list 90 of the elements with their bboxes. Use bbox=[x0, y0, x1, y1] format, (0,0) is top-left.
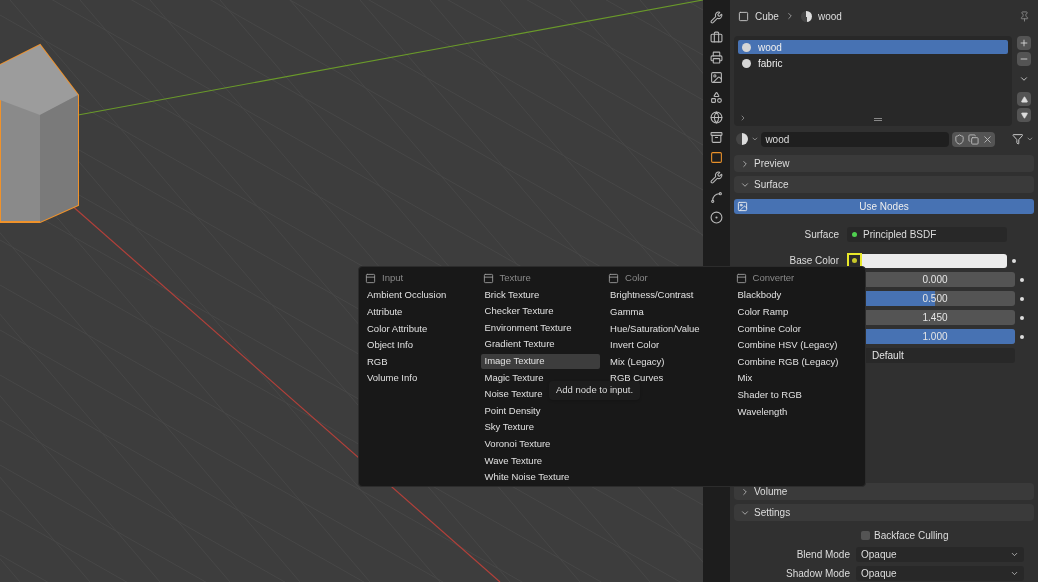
fake-user-icon[interactable] bbox=[953, 133, 965, 145]
window-icon bbox=[365, 273, 376, 284]
menu-item[interactable]: Voronoi Texture bbox=[480, 436, 601, 452]
panel-header[interactable]: Surface bbox=[734, 176, 1034, 193]
shader-field[interactable]: Principled BSDF bbox=[847, 227, 1007, 242]
panel-title: Preview bbox=[754, 157, 790, 171]
object-icon[interactable] bbox=[710, 151, 723, 164]
panel-header[interactable]: Preview bbox=[734, 155, 1034, 172]
add-slot-button[interactable] bbox=[1017, 36, 1031, 50]
shapes-icon[interactable] bbox=[710, 91, 723, 104]
menu-column-title: Converter bbox=[752, 271, 795, 286]
menu-item[interactable]: Wavelength bbox=[733, 404, 855, 420]
menu-item[interactable]: Point Density bbox=[480, 403, 601, 419]
move-up-button[interactable] bbox=[1017, 92, 1031, 106]
menu-item[interactable]: Gradient Texture bbox=[480, 337, 601, 353]
menu-item[interactable]: Invert Color bbox=[606, 337, 728, 353]
up-triangle-icon bbox=[1020, 95, 1028, 103]
close-icon[interactable] bbox=[981, 133, 993, 145]
menu-item[interactable]: Blackbody bbox=[733, 288, 855, 303]
menu-item[interactable]: Environment Texture bbox=[480, 320, 601, 336]
menu-item[interactable]: Image Texture bbox=[480, 353, 601, 369]
tooltip: Add node to input. bbox=[549, 381, 641, 400]
expand-icon[interactable] bbox=[739, 114, 747, 122]
surface-label: Surface bbox=[803, 228, 840, 242]
caret-icon bbox=[1010, 550, 1019, 559]
menu-column-title: Texture bbox=[499, 271, 531, 285]
breadcrumb-material[interactable]: wood bbox=[817, 8, 842, 24]
checkbox-label: Backface Culling bbox=[874, 529, 949, 543]
select-label: Shadow Mode bbox=[785, 567, 851, 581]
menu-item[interactable]: Ambient Occlusion bbox=[363, 288, 475, 303]
menu-item[interactable]: Gamma bbox=[606, 304, 728, 320]
duplicate-icon[interactable] bbox=[967, 133, 979, 145]
wrench-icon[interactable] bbox=[710, 171, 723, 184]
material-browse-icon[interactable] bbox=[736, 133, 748, 145]
resize-handle-icon[interactable] bbox=[874, 118, 882, 121]
menu-item[interactable]: Shader to RGB bbox=[733, 387, 855, 403]
image-icon bbox=[737, 201, 748, 212]
checkbox[interactable] bbox=[861, 531, 870, 540]
remove-slot-button[interactable] bbox=[1017, 52, 1031, 66]
menu-item[interactable]: Combine RGB (Legacy) bbox=[733, 354, 855, 370]
caret-icon[interactable] bbox=[750, 135, 759, 143]
material-slot[interactable]: wood bbox=[738, 40, 1008, 54]
caret-icon bbox=[1019, 74, 1029, 84]
select-field[interactable]: Opaque bbox=[856, 547, 1024, 562]
window-icon bbox=[608, 273, 620, 284]
panel-title: Volume bbox=[754, 485, 788, 499]
breadcrumb-object[interactable]: Cube bbox=[755, 8, 779, 24]
menu-item[interactable]: Object Info bbox=[363, 337, 475, 353]
window-icon bbox=[735, 273, 747, 284]
color-field[interactable] bbox=[862, 253, 1007, 268]
panel-title: Surface bbox=[754, 178, 789, 192]
menu-item[interactable]: Hue/Saturation/Value bbox=[606, 321, 728, 337]
menu-column-title: Input bbox=[382, 271, 404, 286]
select-label: Blend Mode bbox=[795, 548, 851, 562]
plus-icon bbox=[1019, 38, 1029, 48]
menu-item[interactable]: Color Attribute bbox=[363, 321, 475, 337]
panel-header[interactable]: Settings bbox=[734, 504, 1034, 521]
globe-icon[interactable] bbox=[710, 111, 723, 124]
use-nodes-button[interactable]: Use Nodes bbox=[734, 199, 1034, 214]
menu-item[interactable]: Wave Texture bbox=[480, 453, 601, 469]
menu-item[interactable]: Checker Texture bbox=[480, 303, 601, 319]
menu-item[interactable]: Brightness/Contrast bbox=[606, 288, 728, 303]
window-icon bbox=[482, 272, 494, 284]
menu-item[interactable]: White Noise Texture bbox=[480, 469, 601, 485]
material-slot[interactable]: fabric bbox=[738, 56, 1008, 70]
caret-icon bbox=[1010, 569, 1019, 578]
move-down-button[interactable] bbox=[1017, 108, 1031, 122]
menu-item[interactable]: Volume Info bbox=[363, 370, 475, 386]
menu-item[interactable]: Combine HSV (Legacy) bbox=[733, 337, 855, 353]
funnel-icon[interactable] bbox=[1011, 133, 1024, 145]
menu-item[interactable]: Color Ramp bbox=[733, 304, 855, 320]
image-icon[interactable] bbox=[710, 71, 723, 84]
menu-item[interactable]: Mix (Legacy) bbox=[606, 354, 728, 370]
menu-item[interactable]: Attribute bbox=[363, 304, 475, 320]
panel-title: Settings bbox=[754, 506, 791, 520]
printer-icon[interactable] bbox=[710, 51, 723, 64]
panel-header[interactable]: Volume bbox=[734, 483, 1034, 500]
caret-icon[interactable] bbox=[1026, 135, 1034, 143]
menu-column-title: Color bbox=[625, 271, 648, 286]
menu-item[interactable]: Mix bbox=[733, 370, 855, 386]
menu-item[interactable]: Combine Color bbox=[733, 321, 855, 337]
base-color-label: Base Color bbox=[788, 254, 840, 268]
object-icon bbox=[738, 10, 749, 22]
menu-item[interactable]: Brick Texture bbox=[480, 287, 601, 303]
menu-item[interactable]: RGB bbox=[363, 354, 475, 370]
pin-icon[interactable] bbox=[1019, 10, 1030, 22]
down-triangle-icon bbox=[1020, 111, 1028, 119]
select-field[interactable]: Opaque bbox=[856, 566, 1024, 581]
menu-item[interactable]: Sky Texture bbox=[480, 420, 601, 435]
material-name-field[interactable]: wood bbox=[761, 131, 949, 147]
